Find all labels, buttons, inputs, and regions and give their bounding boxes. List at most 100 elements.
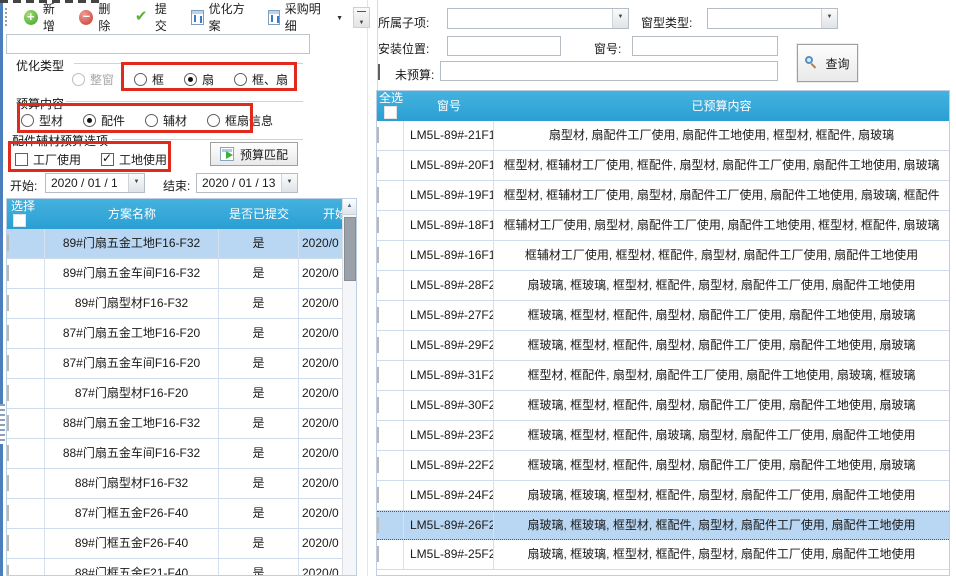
add-button[interactable]: 新增	[17, 0, 73, 36]
row-checkbox[interactable]	[377, 127, 379, 143]
radio-option[interactable]: 配件	[83, 112, 125, 129]
select-all-windows-checkbox[interactable]	[384, 106, 397, 119]
row-checkbox[interactable]	[7, 475, 9, 491]
delete-button[interactable]: 删除	[72, 0, 128, 36]
plan-table-row[interactable]: 87#门框五金F26-F40 是 2020/0	[7, 499, 356, 529]
plan-table-row[interactable]: 89#门扇型材F16-F32 是 2020/0	[7, 289, 356, 319]
plan-table-row[interactable]: 88#门框五金F21-F40 是 2020/0	[7, 559, 356, 576]
window-table-row[interactable]: LM5L-89#-30F28 框玻璃, 框型材, 框配件, 扇型材, 扇配件工厂…	[377, 391, 949, 421]
plan-table-row[interactable]: 88#门扇五金工地F16-F32 是 2020/0	[7, 409, 356, 439]
window-table-row[interactable]: LM5L-89#-26F24 扇玻璃, 框玻璃, 框型材, 框配件, 扇型材, …	[377, 511, 949, 540]
row-checkbox[interactable]	[377, 217, 379, 233]
window-table-row[interactable]: LM5L-89#-24F22 扇玻璃, 框玻璃, 框型材, 框配件, 扇型材, …	[377, 481, 949, 511]
dropdown-arrow-icon[interactable]	[128, 174, 144, 192]
window-table-row[interactable]: LM5L-89#-16F15 框辅材工厂使用, 框型材, 框配件, 扇型材, 扇…	[377, 241, 949, 271]
row-checkbox[interactable]	[377, 517, 379, 533]
plan-table-scrollbar[interactable]	[342, 199, 356, 576]
row-checkbox[interactable]	[7, 535, 9, 551]
dropdown-arrow-icon[interactable]	[281, 174, 297, 192]
sub-item-combobox[interactable]	[447, 8, 629, 29]
plan-table-row[interactable]: 87#门扇五金工地F16-F20 是 2020/0	[7, 319, 356, 349]
budgeted-column-header[interactable]: 已预算内容	[494, 91, 949, 121]
window-table-row[interactable]: LM5L-89#-20F18 框型材, 框辅材工厂使用, 框配件, 扇型材, 扇…	[377, 151, 949, 181]
window-table-row[interactable]: LM5L-89#-28F26 扇玻璃, 框玻璃, 框型材, 框配件, 扇型材, …	[377, 271, 949, 301]
row-checkbox[interactable]	[7, 355, 9, 371]
window-no-input[interactable]	[632, 36, 778, 56]
usage-checkbox[interactable]: 工厂使用	[15, 151, 81, 168]
window-table-row[interactable]: LM5L-89#-18F16 框辅材工厂使用, 扇型材, 扇配件工厂使用, 扇配…	[377, 211, 949, 241]
chevron-down-icon[interactable]	[336, 12, 343, 22]
purchase-detail-button[interactable]: 采购明细	[261, 0, 350, 36]
row-checkbox[interactable]	[377, 457, 379, 473]
plan-name-column-header[interactable]: 方案名称	[45, 199, 219, 229]
no-budget-checkbox[interactable]	[378, 64, 380, 80]
row-checkbox[interactable]	[377, 187, 379, 203]
plan-filter-input[interactable]	[6, 34, 310, 54]
row-checkbox[interactable]	[377, 277, 379, 293]
toolbar-overflow-button[interactable]	[353, 7, 370, 28]
row-checkbox[interactable]	[7, 295, 9, 311]
radio-option[interactable]: 框、扇	[234, 71, 288, 88]
plan-table-row[interactable]: 89#门扇五金车间F16-F32 是 2020/0	[7, 259, 356, 289]
plan-table-row[interactable]: 88#门扇五金车间F16-F32 是 2020/0	[7, 439, 356, 469]
radio-option[interactable]: 辅材	[145, 112, 187, 129]
row-checkbox[interactable]	[7, 385, 9, 401]
window-table-row[interactable]: LM5L-89#-31F29 框型材, 框配件, 扇型材, 扇配件工厂使用, 扇…	[377, 361, 949, 391]
toolbar-grip[interactable]	[5, 8, 11, 26]
radio-label: 整窗	[90, 71, 114, 88]
plan-table-row[interactable]: 87#门扇五金车间F16-F20 是 2020/0	[7, 349, 356, 379]
row-checkbox[interactable]	[7, 565, 9, 576]
row-checkbox[interactable]	[377, 337, 379, 353]
row-checkbox[interactable]	[377, 397, 379, 413]
window-table-row[interactable]: LM5L-89#-23F21 框玻璃, 框型材, 框配件, 扇玻璃, 扇型材, …	[377, 421, 949, 451]
row-checkbox[interactable]	[7, 445, 9, 461]
window-table-row[interactable]: LM5L-89#-29F27 框玻璃, 框型材, 框配件, 扇型材, 扇配件工厂…	[377, 331, 949, 361]
radio-option[interactable]: 框扇信息	[207, 112, 273, 129]
plan-table-row[interactable]: 87#门扇型材F16-F20 是 2020/0	[7, 379, 356, 409]
row-checkbox[interactable]	[7, 505, 9, 521]
row-checkbox[interactable]	[377, 247, 379, 263]
window-table-row[interactable]: LM5L-89#-21F19 扇型材, 扇配件工厂使用, 扇配件工地使用, 框型…	[377, 121, 949, 151]
window-no-column-header[interactable]: 窗号	[404, 91, 494, 121]
window-table-row[interactable]: LM5L-89#-22F20 框玻璃, 框型材, 框配件, 扇型材, 扇配件工厂…	[377, 451, 949, 481]
row-checkbox[interactable]	[377, 157, 379, 173]
window-table-row[interactable]: LM5L-89#-19F17 框型材, 框辅材工厂使用, 扇型材, 扇配件工厂使…	[377, 181, 949, 211]
install-position-input[interactable]	[447, 36, 561, 56]
submit-button[interactable]: 提交	[128, 0, 184, 36]
window-table-row[interactable]: LM5L-89#-27F25 框玻璃, 框型材, 框配件, 扇型材, 扇配件工厂…	[377, 301, 949, 331]
usage-checkbox[interactable]: 工地使用	[101, 151, 167, 168]
scroll-up-arrow-icon[interactable]	[343, 199, 356, 215]
plan-table-row[interactable]: 89#门框五金F26-F40 是 2020/0	[7, 529, 356, 559]
row-checkbox[interactable]	[377, 427, 379, 443]
row-checkbox[interactable]	[377, 487, 379, 503]
select-all-plans-checkbox[interactable]	[13, 214, 26, 227]
row-checkbox[interactable]	[377, 307, 379, 323]
date-start-picker[interactable]: 2020 / 01 / 1	[45, 173, 145, 193]
no-budget-input[interactable]	[440, 61, 778, 81]
optimize-plan-button[interactable]: 优化方案	[184, 0, 260, 36]
start-column-header[interactable]: 开始	[299, 199, 343, 229]
panel-collapse-grip[interactable]	[0, 404, 5, 444]
dropdown-arrow-icon[interactable]	[612, 9, 628, 28]
row-checkbox[interactable]	[7, 265, 9, 281]
query-button[interactable]: 查询	[797, 44, 858, 82]
window-type-combobox[interactable]	[707, 8, 838, 29]
date-end-picker[interactable]: 2020 / 01 / 13	[196, 173, 298, 193]
radio-option[interactable]: 扇	[184, 71, 214, 88]
radio-option[interactable]: 型材	[21, 112, 63, 129]
row-checkbox[interactable]	[7, 415, 9, 431]
plan-table-row[interactable]: 89#门扇五金工地F16-F32 是 2020/0	[7, 229, 356, 259]
row-checkbox[interactable]	[7, 325, 9, 341]
row-checkbox[interactable]	[377, 367, 379, 383]
scrollbar-thumb[interactable]	[344, 217, 356, 281]
dropdown-arrow-icon[interactable]	[821, 9, 837, 28]
row-checkbox[interactable]	[7, 235, 9, 251]
budget-match-button[interactable]: 预算匹配	[210, 142, 298, 166]
row-checkbox[interactable]	[377, 546, 379, 562]
plan-table-row[interactable]: 88#门扇型材F16-F32 是 2020/0	[7, 469, 356, 499]
window-table-row[interactable]: LM5L-89#-25F23 扇玻璃, 框玻璃, 框型材, 框配件, 扇型材, …	[377, 540, 949, 570]
start-date-cell: 2020/0	[299, 319, 343, 348]
submitted-column-header[interactable]: 是否已提交	[219, 199, 299, 229]
radio-option[interactable]: 整窗	[72, 71, 114, 88]
radio-option[interactable]: 框	[134, 71, 164, 88]
